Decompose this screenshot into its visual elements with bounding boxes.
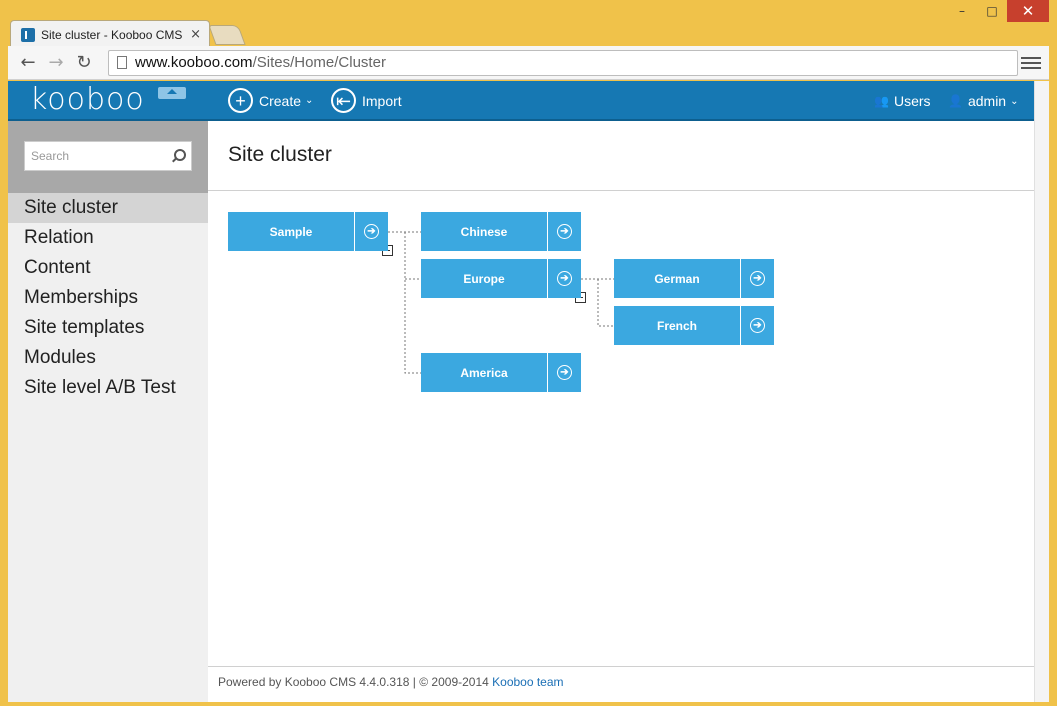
sidebar-item-site-cluster[interactable]: Site cluster xyxy=(8,193,208,223)
search-icon[interactable] xyxy=(171,149,186,163)
footer: Powered by Kooboo CMS 4.4.0.318 | © 2009… xyxy=(218,675,564,689)
import-label: Import xyxy=(362,92,402,109)
footer-divider xyxy=(208,666,1034,667)
users-icon: 👥 xyxy=(874,94,889,108)
kooboo-logo[interactable]: kooboo xyxy=(30,85,145,115)
node-label[interactable]: America xyxy=(421,353,548,392)
sidebar-item-content[interactable]: Content xyxy=(8,253,208,283)
app-header: kooboo + Create ⌄ ⇤ Import 👥 Users 👤 adm… xyxy=(8,81,1034,121)
back-button[interactable]: ← xyxy=(16,51,40,75)
reload-button[interactable]: ↻ xyxy=(72,51,96,75)
cluster-node-french: French ➔ xyxy=(614,306,774,345)
cluster-node-chinese: Chinese ➔ xyxy=(421,212,581,251)
browser-tab[interactable]: Site cluster - Kooboo CMS × xyxy=(10,20,210,48)
browser-toolbar: ← → ↻ www.kooboo.com/Sites/Home/Cluster xyxy=(8,46,1049,80)
sidebar-item-site-templates[interactable]: Site templates xyxy=(8,313,208,343)
admin-label: admin xyxy=(967,93,1007,109)
forward-button[interactable]: → xyxy=(44,51,68,75)
create-button[interactable]: + Create ⌄ xyxy=(228,88,313,113)
browser-menu-icon[interactable] xyxy=(1021,53,1041,73)
node-go-button[interactable]: ➔ xyxy=(355,212,388,251)
footer-text: Powered by Kooboo CMS 4.4.0.318 | © 2009… xyxy=(218,675,493,689)
arrow-right-circle-icon: ➔ xyxy=(750,318,765,333)
sidebar-item-ab-test[interactable]: Site level A/B Test xyxy=(8,373,208,403)
arrow-right-circle-icon: ➔ xyxy=(750,271,765,286)
url-path: /Sites/Home/Cluster xyxy=(252,54,386,71)
node-go-button[interactable]: ➔ xyxy=(548,259,581,298)
user-icon: 👤 xyxy=(948,94,963,108)
users-link[interactable]: 👥 Users xyxy=(874,93,931,109)
node-label[interactable]: French xyxy=(614,306,741,345)
create-label: Create xyxy=(259,92,302,109)
node-label[interactable]: German xyxy=(614,259,741,298)
kooboo-favicon-icon xyxy=(21,27,35,42)
node-go-button[interactable]: ➔ xyxy=(741,259,774,298)
search-input[interactable] xyxy=(31,149,161,163)
arrow-right-circle-icon: ➔ xyxy=(364,224,379,239)
sidebar-search-area xyxy=(8,121,208,193)
kooboo-team-link[interactable]: Kooboo team xyxy=(492,675,563,689)
cluster-node-europe: Europe ➔ xyxy=(421,259,581,298)
search-box xyxy=(24,141,192,171)
chevron-down-icon: ⌄ xyxy=(305,95,314,106)
page-viewport: kooboo + Create ⌄ ⇤ Import 👥 Users 👤 adm… xyxy=(8,81,1034,702)
sidebar: Site cluster Relation Content Membership… xyxy=(8,121,208,702)
sidebar-item-modules[interactable]: Modules xyxy=(8,343,208,373)
sidebar-item-relation[interactable]: Relation xyxy=(8,223,208,253)
node-go-button[interactable]: ➔ xyxy=(548,212,581,251)
sidebar-item-memberships[interactable]: Memberships xyxy=(8,283,208,313)
plus-circle-icon: + xyxy=(228,88,253,113)
node-go-button[interactable]: ➔ xyxy=(741,306,774,345)
sidebar-nav: Site cluster Relation Content Membership… xyxy=(8,193,208,403)
close-window-button[interactable]: ✕ xyxy=(1007,0,1049,22)
import-circle-icon: ⇤ xyxy=(331,88,356,113)
main-content: Site cluster Sample ➔ Chinese ➔ Europe ➔ xyxy=(208,121,1034,702)
cluster-node-sample: Sample ➔ xyxy=(228,212,388,251)
arrow-right-circle-icon: ➔ xyxy=(557,365,572,380)
minimize-button[interactable]: – xyxy=(947,0,977,22)
arrow-right-circle-icon: ➔ xyxy=(557,224,572,239)
window-controls: – □ ✕ xyxy=(947,0,1049,22)
tab-strip: Site cluster - Kooboo CMS × xyxy=(10,16,610,48)
page-icon xyxy=(117,56,127,69)
node-go-button[interactable]: ➔ xyxy=(548,353,581,392)
address-bar[interactable]: www.kooboo.com/Sites/Home/Cluster xyxy=(108,49,1018,76)
home-icon[interactable] xyxy=(158,87,186,99)
new-tab-button[interactable] xyxy=(208,25,246,45)
page-scrollbar[interactable] xyxy=(1034,81,1049,702)
arrow-right-circle-icon: ➔ xyxy=(557,271,572,286)
users-label: Users xyxy=(893,93,931,109)
import-button[interactable]: ⇤ Import xyxy=(331,88,402,113)
url-host: www.kooboo.com xyxy=(135,54,253,71)
node-label[interactable]: Sample xyxy=(228,212,355,251)
node-label[interactable]: Chinese xyxy=(421,212,548,251)
chevron-down-icon: ⌄ xyxy=(1010,95,1019,107)
node-label[interactable]: Europe xyxy=(421,259,548,298)
cluster-node-german: German ➔ xyxy=(614,259,774,298)
cluster-node-america: America ➔ xyxy=(421,353,581,392)
tab-close-icon[interactable]: × xyxy=(190,27,201,42)
maximize-button[interactable]: □ xyxy=(977,0,1007,22)
admin-menu[interactable]: 👤 admin ⌄ xyxy=(948,93,1018,109)
tab-title: Site cluster - Kooboo CMS xyxy=(41,27,183,42)
